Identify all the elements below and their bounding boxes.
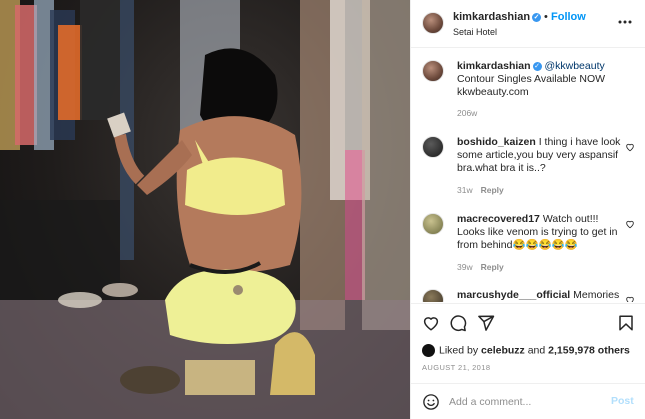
reply-button[interactable]: Reply (481, 262, 504, 272)
comment-like-heart-icon[interactable] (625, 295, 635, 302)
heart-icon[interactable] (422, 314, 440, 332)
commenter-avatar[interactable] (422, 213, 444, 235)
caption-line-2: kkwbeauty.com (457, 86, 529, 98)
comment-icon[interactable] (449, 314, 467, 332)
comment-body: boshido_kaizen I thing i have look some … (457, 136, 625, 175)
comment-body: macrecovered17 Watch out!!! Looks like v… (457, 213, 625, 252)
comment-input[interactable] (449, 393, 599, 411)
comment-like-heart-icon[interactable] (625, 142, 635, 152)
verified-badge-icon: ✓ (532, 12, 542, 22)
photo-illustration (0, 0, 410, 419)
comments-list[interactable]: kimkardashian ✓ @kkwbeauty Contour Single… (411, 49, 645, 302)
caption-mention[interactable]: @kkwbeauty (544, 60, 604, 72)
post-comment-button[interactable]: Post (611, 395, 634, 407)
liker-username[interactable]: celebuzz (481, 344, 525, 356)
likes-count[interactable]: 2,159,978 others (548, 344, 630, 356)
post-header: kimkardashian ✓ • Follow Setai Hotel (411, 0, 645, 48)
commenter-avatar[interactable] (422, 136, 444, 158)
post-location[interactable]: Setai Hotel (453, 27, 497, 37)
send-icon[interactable] (477, 314, 495, 332)
comment-like-heart-icon[interactable] (625, 219, 635, 229)
liker-avatar (422, 344, 435, 357)
commenter-avatar[interactable] (422, 289, 444, 302)
author-username-text[interactable]: kimkardashian (453, 11, 530, 23)
author-username[interactable]: kimkardashian ✓ (453, 11, 542, 23)
comment-time: 39w (457, 262, 473, 272)
comment-text: Memories (573, 289, 620, 301)
caption-line-1: Contour Singles Available NOW (457, 73, 606, 85)
comment-username[interactable]: boshido_kaizen (457, 136, 536, 148)
follow-button[interactable]: Follow (551, 11, 586, 23)
caption-avatar[interactable] (422, 60, 444, 82)
post-side-panel: kimkardashian ✓ • Follow Setai Hotel kimk… (410, 0, 645, 419)
reply-button[interactable]: Reply (481, 185, 504, 195)
caption-username[interactable]: kimkardashian (457, 60, 531, 72)
more-options-icon[interactable] (617, 14, 633, 30)
caption-body: kimkardashian ✓ @kkwbeauty Contour Single… (457, 60, 625, 99)
bookmark-icon[interactable] (617, 314, 635, 332)
verified-badge-icon: ✓ (532, 61, 542, 71)
emoji-icon[interactable] (422, 393, 440, 411)
comment-username[interactable]: macrecovered17 (457, 213, 540, 225)
add-comment-bar: Post (411, 383, 645, 419)
likes-summary[interactable]: Liked by celebuzz and 2,159,978 others (422, 344, 630, 357)
comment-time: 31w (457, 185, 473, 195)
comment-username[interactable]: marcushyde___official (457, 289, 570, 301)
comment-meta: 31w Reply (457, 185, 504, 195)
likes-prefix: Liked by (439, 344, 479, 357)
likes-and: and (527, 344, 546, 357)
comment-meta: 39w Reply (457, 262, 504, 272)
caption-time: 206w (457, 108, 478, 118)
separator-dot: • (544, 11, 548, 23)
post-date: AUGUST 21, 2018 (422, 363, 491, 372)
post-photo (0, 0, 410, 419)
author-avatar[interactable] (422, 12, 444, 34)
comment-body: marcushyde___official Memories (457, 289, 625, 302)
